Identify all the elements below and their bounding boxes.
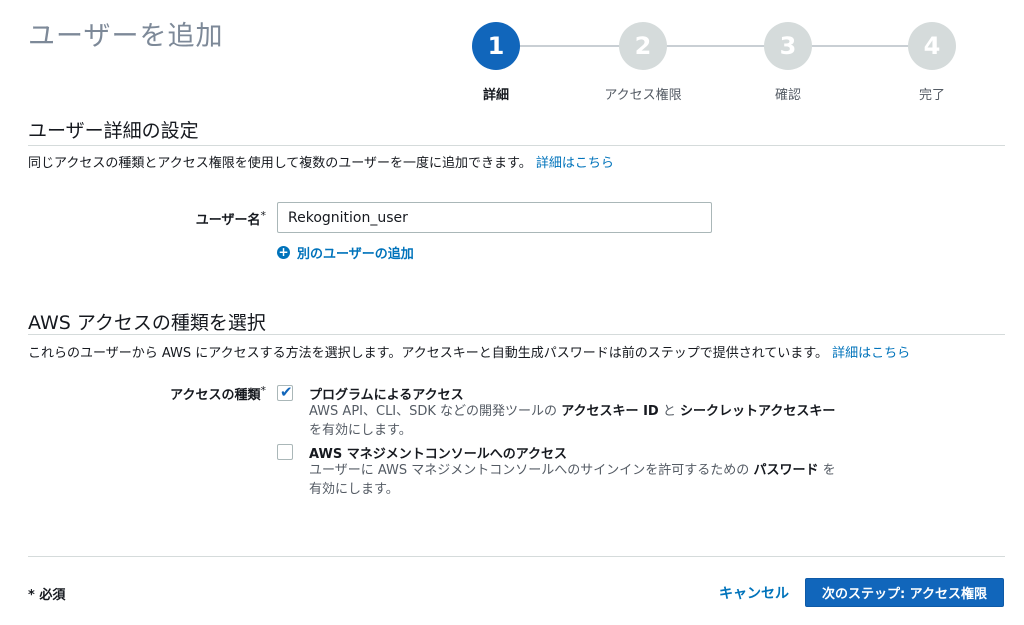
user-details-description: 同じアクセスの種類とアクセス権限を使用して複数のユーザーを一度に追加できます。 … bbox=[28, 152, 614, 171]
desc-text: 有効にします。 bbox=[309, 482, 399, 497]
plus-circle-icon: + bbox=[277, 245, 290, 259]
desc-text: AWS API、CLI、SDK などの開発ツールの bbox=[309, 404, 558, 419]
console-access-description: ユーザーに AWS マネジメントコンソールへのサインインを許可するための パスワ… bbox=[309, 461, 869, 499]
desc-text: を bbox=[822, 463, 836, 478]
stepper-line bbox=[496, 45, 936, 47]
step-1-number: 1 bbox=[472, 22, 520, 70]
learn-more-link[interactable]: 詳細はこちら bbox=[832, 346, 910, 361]
username-label-text: ユーザー名 bbox=[195, 213, 261, 228]
desc-bold: パスワード bbox=[753, 463, 819, 478]
divider bbox=[28, 334, 1005, 335]
wizard-stepper: 1 詳細 2 アクセス権限 3 確認 4 完了 bbox=[466, 22, 987, 103]
desc-bold: アクセスキー ID bbox=[561, 404, 659, 419]
programmatic-access-checkbox[interactable]: ✔ bbox=[277, 383, 293, 401]
step-4-number: 4 bbox=[908, 22, 956, 70]
console-access-checkbox[interactable] bbox=[277, 444, 293, 460]
learn-more-link[interactable]: 詳細はこちら bbox=[536, 156, 614, 171]
check-icon: ✔ bbox=[280, 383, 293, 401]
console-access-title: AWS マネジメントコンソールへのアクセス bbox=[309, 447, 568, 462]
desc-bold: シークレットアクセスキー bbox=[680, 404, 836, 419]
step-1-label: 詳細 bbox=[482, 88, 509, 103]
programmatic-access-description: AWS API、CLI、SDK などの開発ツールの アクセスキー ID と シー… bbox=[309, 402, 869, 440]
access-type-description-text: これらのユーザーから AWS にアクセスする方法を選択します。アクセスキーと自動… bbox=[28, 346, 829, 361]
access-type-title: AWS アクセスの種類を選択 bbox=[28, 312, 266, 334]
username-input[interactable] bbox=[277, 202, 712, 233]
step-4-label: 完了 bbox=[918, 88, 945, 103]
cancel-button[interactable]: キャンセル bbox=[719, 583, 789, 603]
required-mark: * bbox=[260, 384, 267, 397]
step-2: 2 アクセス権限 bbox=[588, 22, 698, 103]
footer-divider bbox=[28, 556, 1005, 557]
step-3-label: 確認 bbox=[774, 88, 801, 103]
access-type-label-text: アクセスの種類 bbox=[170, 388, 261, 403]
desc-text: を有効にします。 bbox=[309, 423, 412, 438]
step-4: 4 完了 bbox=[877, 22, 987, 103]
required-mark: * bbox=[260, 209, 267, 222]
required-note: * 必須 bbox=[28, 588, 66, 603]
step-2-label: アクセス権限 bbox=[604, 88, 682, 103]
page-title: ユーザーを追加 bbox=[28, 21, 224, 52]
step-3-number: 3 bbox=[764, 22, 812, 70]
step-1: 1 詳細 bbox=[441, 22, 551, 103]
step-2-number: 2 bbox=[619, 22, 667, 70]
add-another-user-link[interactable]: + 別のユーザーの追加 bbox=[277, 243, 414, 262]
divider bbox=[28, 145, 1005, 146]
access-type-label: アクセスの種類* bbox=[150, 384, 266, 403]
username-label: ユーザー名* bbox=[170, 209, 266, 228]
user-details-title: ユーザー詳細の設定 bbox=[28, 120, 199, 142]
programmatic-access-title: プログラムによるアクセス bbox=[309, 388, 464, 403]
access-type-description: これらのユーザーから AWS にアクセスする方法を選択します。アクセスキーと自動… bbox=[28, 342, 910, 361]
desc-text: と bbox=[662, 404, 676, 419]
desc-text: ユーザーに AWS マネジメントコンソールへのサインインを許可するための bbox=[309, 463, 750, 478]
add-another-user-label: 別のユーザーの追加 bbox=[297, 247, 414, 262]
step-3: 3 確認 bbox=[733, 22, 843, 103]
user-details-description-text: 同じアクセスの種類とアクセス権限を使用して複数のユーザーを一度に追加できます。 bbox=[28, 156, 532, 171]
next-step-button[interactable]: 次のステップ: アクセス権限 bbox=[805, 578, 1004, 607]
